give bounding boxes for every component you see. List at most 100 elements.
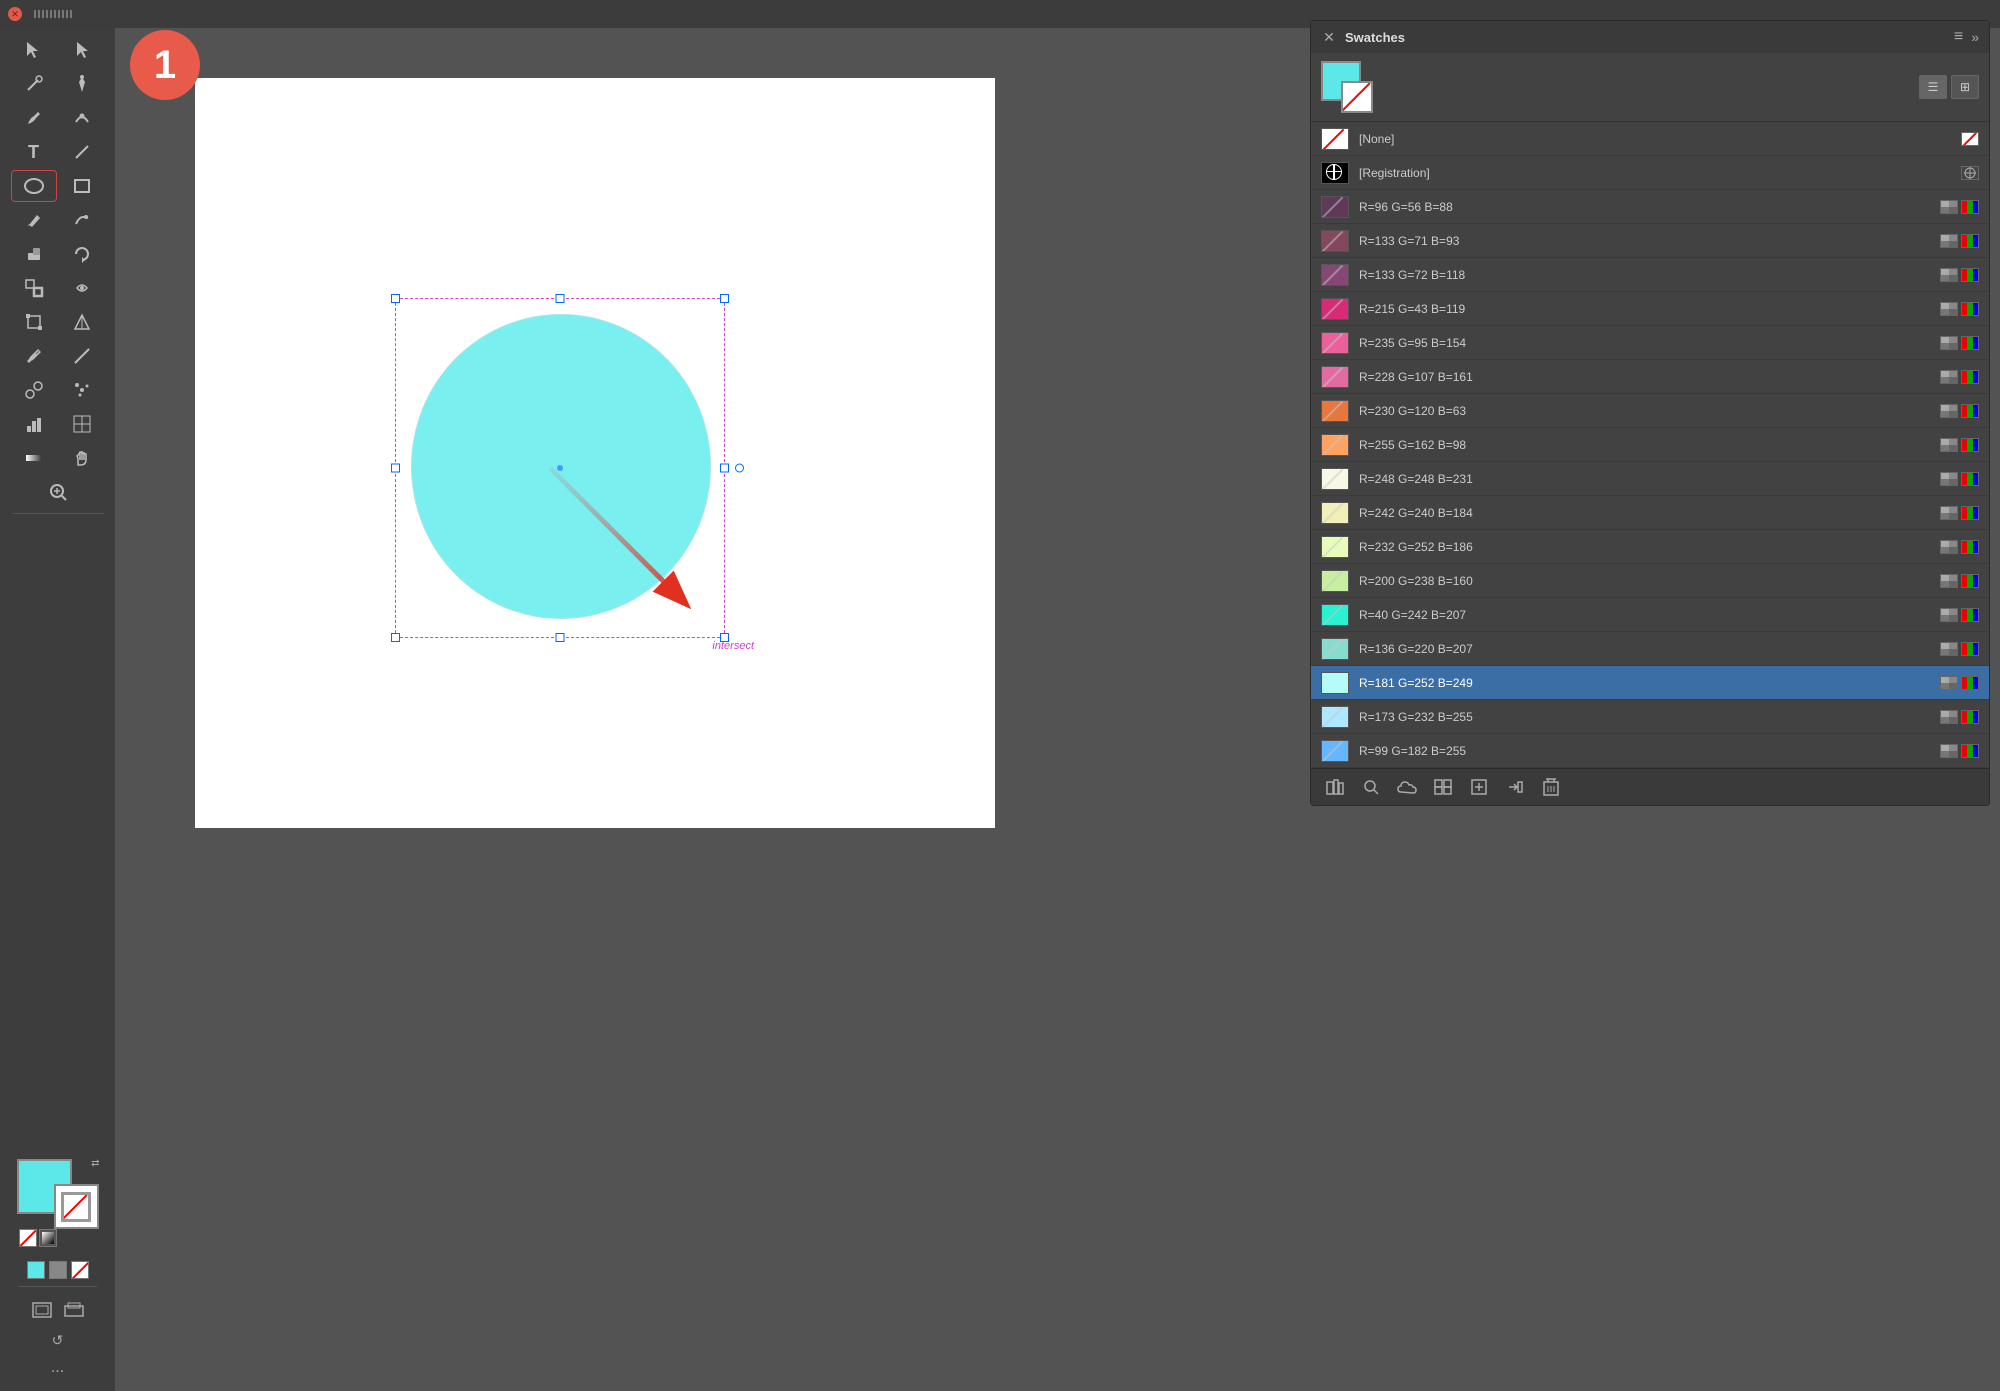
line-tool[interactable] [59, 136, 105, 168]
swatch-item[interactable]: R=99 G=182 B=255 [1311, 734, 1989, 768]
swatch-item[interactable]: R=255 G=162 B=98 [1311, 428, 1989, 462]
scale-tool[interactable] [11, 272, 57, 304]
swatch-name: R=228 G=107 B=161 [1359, 370, 1930, 384]
color-area: ⇄ [0, 1155, 115, 1385]
swatch-icons [1940, 744, 1979, 758]
panel-close-btn[interactable]: ✕ [1321, 29, 1337, 45]
cloud-btn[interactable] [1393, 775, 1421, 799]
handle-top-center[interactable] [556, 294, 565, 303]
swatch-item[interactable]: R=133 G=71 B=93 [1311, 224, 1989, 258]
perspective-tool[interactable] [59, 306, 105, 338]
library-btn[interactable] [1321, 775, 1349, 799]
swatch-item[interactable]: R=235 G=95 B=154 [1311, 326, 1989, 360]
list-view-btn[interactable]: ☰ [1919, 75, 1947, 99]
handle-top-right[interactable] [720, 294, 729, 303]
swatch-item[interactable]: R=242 G=240 B=184 [1311, 496, 1989, 530]
gradient-tool[interactable] [11, 442, 57, 474]
paintbrush-tool[interactable] [11, 102, 57, 134]
swatch-item[interactable]: R=136 G=220 B=207 [1311, 632, 1989, 666]
rectangle-tool[interactable] [59, 170, 105, 202]
cyan-swatch-small[interactable] [27, 1261, 45, 1279]
swatch-item[interactable]: [Registration] [1311, 156, 1989, 190]
artboard-btn[interactable] [28, 1298, 56, 1322]
rotate-tool[interactable] [59, 238, 105, 270]
more-tools-btn[interactable]: ... [47, 1355, 68, 1381]
pen-tool[interactable] [59, 68, 105, 100]
hand-tool[interactable] [59, 442, 105, 474]
direct-select-tool[interactable] [11, 34, 57, 66]
tool-row-9 [0, 306, 115, 338]
swatch-item[interactable]: [None] [1311, 122, 1989, 156]
zoom-tool[interactable] [35, 476, 81, 508]
blend-tool[interactable] [11, 374, 57, 406]
swatch-item[interactable]: R=232 G=252 B=186 [1311, 530, 1989, 564]
tool-row-2 [0, 68, 115, 100]
handle-bottom-left[interactable] [391, 633, 400, 642]
eyedropper-tool[interactable] [11, 340, 57, 372]
pencil-tool[interactable] [11, 204, 57, 236]
select-tool[interactable] [59, 34, 105, 66]
handle-mid-right[interactable] [720, 464, 729, 473]
handle-bottom-center[interactable] [556, 633, 565, 642]
artboard: intersect [195, 78, 995, 828]
grid-view-btn[interactable]: ⊞ [1951, 75, 1979, 99]
new-swatch-btn[interactable] [1465, 775, 1493, 799]
tool-row-11 [0, 374, 115, 406]
eraser-tool[interactable] [11, 238, 57, 270]
swatch-list: [None][Registration]R=96 G=56 B=88R=133 … [1311, 122, 1989, 768]
swatch-item[interactable]: R=96 G=56 B=88 [1311, 190, 1989, 224]
color-btn[interactable] [39, 1229, 57, 1247]
new-color-group-btn[interactable] [1429, 775, 1457, 799]
swatch-item[interactable]: R=181 G=252 B=249 [1311, 666, 1989, 700]
measure-tool[interactable] [59, 340, 105, 372]
stroke-swatch[interactable] [54, 1184, 99, 1229]
handle-bottom-right[interactable] [720, 633, 729, 642]
close-window-btn[interactable]: ✕ [8, 7, 22, 21]
swatch-item[interactable]: R=215 G=43 B=119 [1311, 292, 1989, 326]
handle-rotate[interactable] [735, 464, 744, 473]
view-buttons: ☰ ⊞ [1919, 75, 1979, 99]
swatch-color-box [1321, 468, 1349, 490]
swatch-item[interactable]: R=248 G=248 B=231 [1311, 462, 1989, 496]
layer-comp-btn[interactable] [60, 1298, 88, 1322]
swatch-item[interactable]: R=230 G=120 B=63 [1311, 394, 1989, 428]
swatch-name: R=230 G=120 B=63 [1359, 404, 1930, 418]
warp-tool[interactable] [59, 272, 105, 304]
swatch-color-box [1321, 502, 1349, 524]
swatch-item[interactable]: R=133 G=72 B=118 [1311, 258, 1989, 292]
reshape-tool[interactable] [59, 102, 105, 134]
handle-top-left[interactable] [391, 294, 400, 303]
type-tool[interactable]: T [11, 136, 57, 168]
swatch-item[interactable]: R=228 G=107 B=161 [1311, 360, 1989, 394]
smooth-tool[interactable] [59, 204, 105, 236]
bar-graph-tool[interactable] [11, 408, 57, 440]
panel-collapse-btn[interactable]: » [1971, 29, 1979, 45]
move-to-swatch-btn[interactable] [1501, 775, 1529, 799]
panel-menu-btn[interactable]: ≡ [1954, 28, 1963, 46]
swatch-color-box [1321, 264, 1349, 286]
toolbar-divider-2 [18, 1286, 97, 1287]
swatch-item[interactable]: R=200 G=238 B=160 [1311, 564, 1989, 598]
scatter-brush-tool[interactable] [59, 374, 105, 406]
none-fill-btn[interactable] [19, 1229, 37, 1247]
swap-colors-icon[interactable]: ⇄ [90, 1157, 100, 1170]
ellipse-tool[interactable] [11, 170, 57, 202]
swatch-item[interactable]: R=173 G=232 B=255 [1311, 700, 1989, 734]
undo-btn[interactable]: ↺ [48, 1330, 68, 1351]
handle-mid-left[interactable] [391, 464, 400, 473]
swatch-icons [1940, 472, 1979, 486]
swatch-item[interactable]: R=40 G=242 B=207 [1311, 598, 1989, 632]
intersect-label: intersect [712, 640, 754, 652]
gray-swatch-small[interactable] [49, 1261, 67, 1279]
selected-object[interactable]: intersect [395, 298, 725, 638]
delete-swatch-btn[interactable] [1537, 775, 1565, 799]
panel-stroke-preview[interactable] [1341, 81, 1373, 113]
swatch-icons [1940, 336, 1979, 350]
free-transform-tool[interactable] [11, 306, 57, 338]
swatch-icons [1940, 268, 1979, 282]
swatch-icons [1940, 642, 1979, 656]
magic-wand-tool[interactable] [11, 68, 57, 100]
none-swatch-small[interactable] [71, 1261, 89, 1279]
find-btn[interactable] [1357, 775, 1385, 799]
mesh-tool[interactable] [59, 408, 105, 440]
